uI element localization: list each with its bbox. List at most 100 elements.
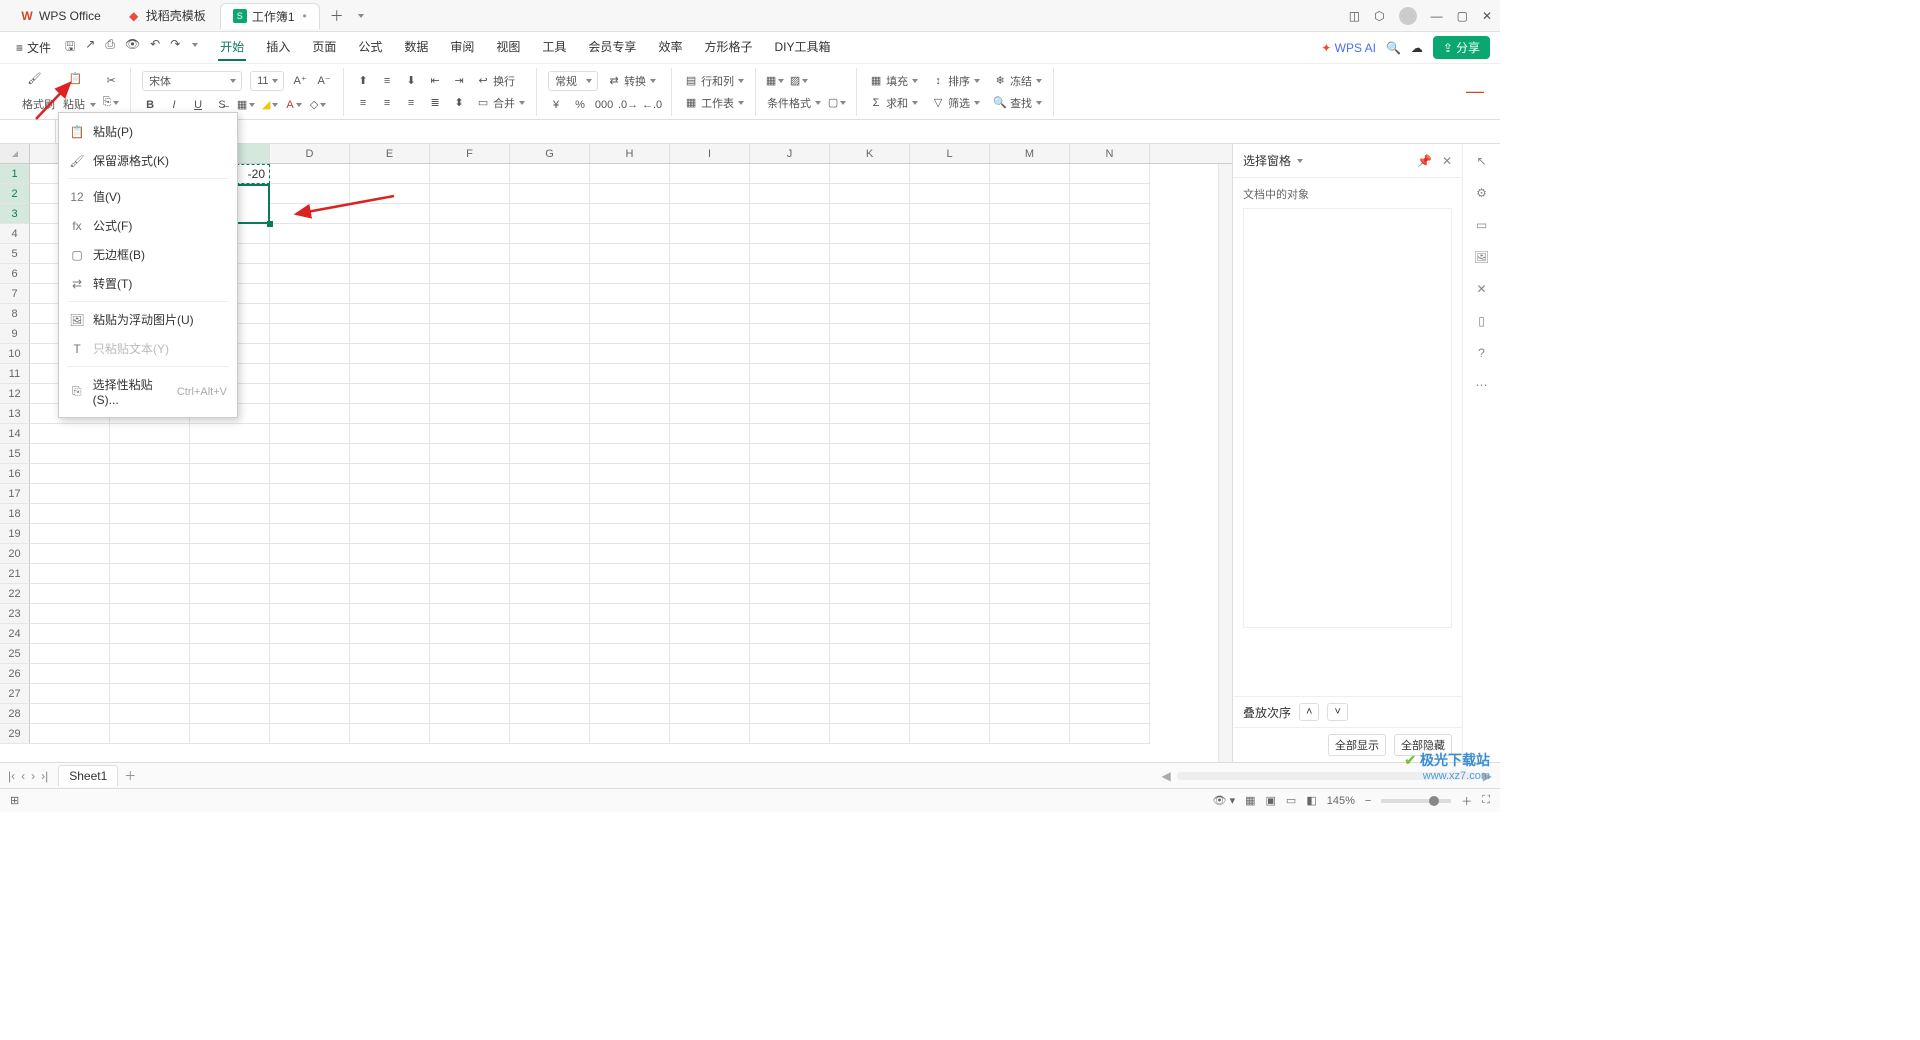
cell[interactable] <box>350 384 430 404</box>
align-center-icon[interactable]: ≡ <box>379 95 395 111</box>
avatar-icon[interactable] <box>1399 7 1417 25</box>
tab-list-dropdown[interactable] <box>356 9 364 23</box>
cell[interactable] <box>270 504 350 524</box>
cell[interactable] <box>750 504 830 524</box>
cell[interactable] <box>830 184 910 204</box>
cell[interactable] <box>270 224 350 244</box>
menu-view[interactable]: 视图 <box>494 34 522 61</box>
cell[interactable] <box>910 424 990 444</box>
cell[interactable] <box>350 584 430 604</box>
cell[interactable] <box>670 644 750 664</box>
cell[interactable] <box>990 284 1070 304</box>
cell[interactable] <box>590 624 670 644</box>
cell[interactable] <box>590 204 670 224</box>
cell[interactable] <box>910 624 990 644</box>
zoom-slider[interactable] <box>1381 799 1451 803</box>
cell[interactable] <box>30 424 110 444</box>
cell[interactable] <box>350 364 430 384</box>
cell[interactable] <box>750 624 830 644</box>
freeze-button[interactable]: ❄冻结 <box>992 73 1042 89</box>
format-icon[interactable]: ▢ <box>829 95 845 111</box>
cell[interactable] <box>510 264 590 284</box>
select-all-corner[interactable] <box>0 144 30 163</box>
cell[interactable] <box>190 584 270 604</box>
cell[interactable] <box>30 664 110 684</box>
ctx-paste-picture[interactable]: 🖼粘贴为浮动图片(U) <box>59 305 237 334</box>
maximize-button[interactable]: ▢ <box>1457 9 1468 23</box>
cell[interactable] <box>910 604 990 624</box>
cell[interactable] <box>1070 324 1150 344</box>
bold-icon[interactable]: B <box>142 97 158 113</box>
cell[interactable] <box>1070 604 1150 624</box>
cell[interactable] <box>350 644 430 664</box>
merge-button[interactable]: ▭合并 <box>475 95 525 111</box>
cell[interactable] <box>430 724 510 744</box>
cell[interactable] <box>30 584 110 604</box>
ctx-no-border[interactable]: ▢无边框(B) <box>59 240 237 269</box>
cell[interactable] <box>590 724 670 744</box>
cell[interactable] <box>910 644 990 664</box>
align-right-icon[interactable]: ≡ <box>403 95 419 111</box>
cell[interactable] <box>110 444 190 464</box>
cell[interactable] <box>430 704 510 724</box>
cell[interactable] <box>750 264 830 284</box>
cell[interactable] <box>30 464 110 484</box>
cell[interactable] <box>270 704 350 724</box>
cell[interactable] <box>350 564 430 584</box>
cell[interactable] <box>350 464 430 484</box>
cell[interactable] <box>910 344 990 364</box>
eye-icon[interactable]: 👁 ▾ <box>1213 794 1236 807</box>
format-painter-button[interactable]: 🖌 格式刷 <box>18 72 59 112</box>
cell[interactable] <box>1070 364 1150 384</box>
fill-handle[interactable] <box>267 221 273 227</box>
hscroll-left-icon[interactable]: ◀ <box>1162 769 1171 783</box>
cell[interactable] <box>110 684 190 704</box>
cell[interactable] <box>750 644 830 664</box>
cell[interactable] <box>110 424 190 444</box>
cell[interactable] <box>830 324 910 344</box>
column-header[interactable]: F <box>430 144 510 163</box>
cell[interactable] <box>270 444 350 464</box>
cloud-icon[interactable]: ☁ <box>1411 41 1423 55</box>
menu-page[interactable]: 页面 <box>310 34 338 61</box>
cell[interactable] <box>990 464 1070 484</box>
cell[interactable] <box>590 224 670 244</box>
cell[interactable] <box>590 324 670 344</box>
cell[interactable] <box>510 624 590 644</box>
cell[interactable] <box>270 624 350 644</box>
cell[interactable] <box>190 724 270 744</box>
cell[interactable] <box>430 404 510 424</box>
cell[interactable] <box>590 444 670 464</box>
cell[interactable] <box>590 364 670 384</box>
font-color-icon[interactable]: A <box>286 97 302 113</box>
show-all-button[interactable]: 全部显示 <box>1328 734 1386 756</box>
row-header[interactable]: 25 <box>0 644 30 664</box>
ctx-transpose[interactable]: ⇄转置(T) <box>59 269 237 298</box>
share-button[interactable]: ⇪分享 <box>1433 36 1490 59</box>
grid-view-icon[interactable]: ▦ <box>1245 794 1255 807</box>
cell[interactable] <box>430 184 510 204</box>
cell[interactable] <box>510 324 590 344</box>
cell[interactable] <box>350 604 430 624</box>
cell[interactable] <box>1070 684 1150 704</box>
cell[interactable] <box>990 324 1070 344</box>
cell[interactable] <box>990 204 1070 224</box>
cell[interactable] <box>430 444 510 464</box>
paste-button[interactable]: 📋 粘贴 <box>59 72 100 112</box>
cell[interactable] <box>190 624 270 644</box>
cell[interactable] <box>30 524 110 544</box>
cell[interactable] <box>1070 404 1150 424</box>
decimal-inc-icon[interactable]: .0→ <box>620 97 636 113</box>
row-header[interactable]: 10 <box>0 344 30 364</box>
strike-icon[interactable]: S̶ <box>214 97 230 113</box>
convert-button[interactable]: ⇄转换 <box>606 73 656 89</box>
cell[interactable] <box>910 264 990 284</box>
font-name-select[interactable]: 宋体 <box>142 71 242 91</box>
cell[interactable] <box>990 304 1070 324</box>
ctx-paste-special[interactable]: ⎘选择性粘贴(S)...Ctrl+Alt+V <box>59 370 237 413</box>
cell[interactable] <box>830 344 910 364</box>
cell[interactable] <box>190 444 270 464</box>
row-header[interactable]: 20 <box>0 544 30 564</box>
cell[interactable] <box>670 224 750 244</box>
cell[interactable] <box>910 544 990 564</box>
